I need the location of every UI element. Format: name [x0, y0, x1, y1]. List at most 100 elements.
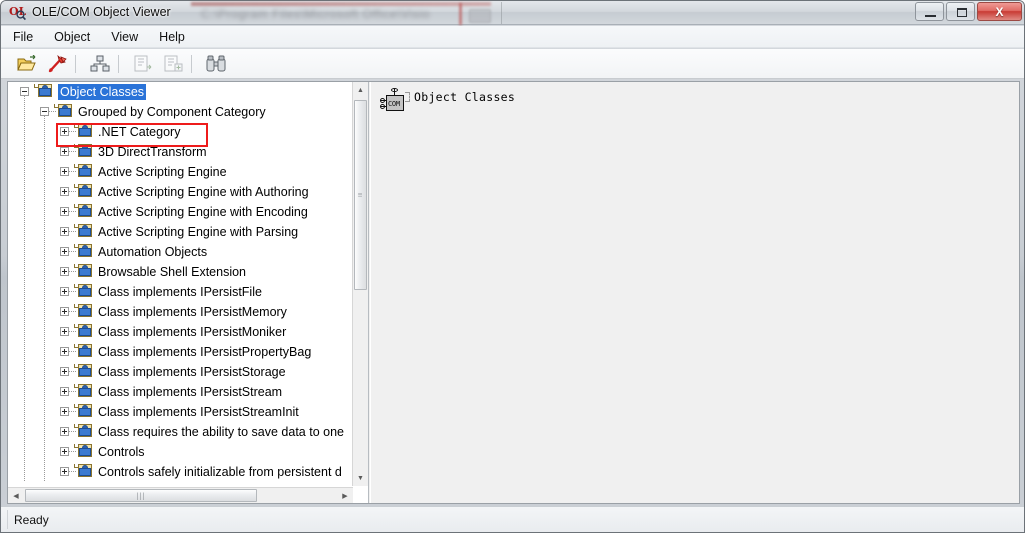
- detail-item[interactable]: Object Classes: [380, 88, 515, 112]
- tree-item[interactable]: .NET Category: [8, 122, 353, 142]
- tree-item-label: Grouped by Component Category: [78, 105, 266, 119]
- tree-expand-icon[interactable]: [60, 447, 69, 456]
- tree-item[interactable]: Active Scripting Engine: [8, 162, 353, 182]
- tree-guide-line: [69, 211, 77, 212]
- tree-expand-icon[interactable]: [60, 267, 69, 276]
- ole-com-object-viewer-window: C:\Program Files\Microsoft Office\Visio …: [0, 0, 1025, 533]
- tree-collapse-icon[interactable]: [40, 107, 49, 116]
- close-icon: X: [995, 4, 1004, 19]
- expert-mode-button[interactable]: [86, 52, 112, 76]
- tree-expand-icon[interactable]: [60, 427, 69, 436]
- maximize-button[interactable]: [946, 2, 975, 21]
- tree-item[interactable]: Class implements IPersistStreamInit: [8, 402, 353, 422]
- copy-htmltag-button[interactable]: [159, 52, 185, 76]
- tree-expand-icon[interactable]: [60, 147, 69, 156]
- tree-item[interactable]: Class implements IPersistFile: [8, 282, 353, 302]
- close-button[interactable]: X: [977, 2, 1022, 21]
- view-typelib-button[interactable]: [202, 52, 228, 76]
- menu-bar: File Object View Help: [1, 26, 1024, 48]
- detail-content: Object Classes: [374, 85, 1017, 500]
- tree-guide-line: [69, 331, 77, 332]
- tree-item[interactable]: Object Classes: [8, 82, 353, 102]
- tree-expand-icon[interactable]: [60, 167, 69, 176]
- tree-pane[interactable]: Object Classes Grouped by Component Categ…: [8, 82, 369, 503]
- menu-object[interactable]: Object: [45, 27, 99, 47]
- tree-item[interactable]: Class implements IPersistPropertyBag: [8, 342, 353, 362]
- window-title: OLE/COM Object Viewer: [32, 5, 171, 19]
- tree-expand-icon[interactable]: [60, 187, 69, 196]
- tree-guide-line: [24, 162, 25, 182]
- tree-item[interactable]: Controls safely initializable from persi…: [8, 462, 353, 482]
- scroll-down-button[interactable]: ▼: [353, 470, 368, 486]
- tree-expand-icon[interactable]: [60, 247, 69, 256]
- tree-expand-icon[interactable]: [60, 347, 69, 356]
- scroll-right-button[interactable]: ▶: [337, 488, 353, 503]
- tree-expand-icon[interactable]: [60, 227, 69, 236]
- tree-item[interactable]: Class implements IPersistStorage: [8, 362, 353, 382]
- tree-item[interactable]: Class implements IPersistMemory: [8, 302, 353, 322]
- bind-to-file-button[interactable]: [43, 52, 69, 76]
- tree-item[interactable]: Class requires the ability to save data …: [8, 422, 353, 442]
- tree-item[interactable]: Active Scripting Engine with Authoring: [8, 182, 353, 202]
- tree-item[interactable]: Controls: [8, 442, 353, 462]
- tree-guide-line: [44, 242, 45, 262]
- title-bar[interactable]: C:\Program Files\Microsoft Office\Visio …: [1, 1, 1024, 25]
- tree-item-label: Active Scripting Engine with Authoring: [98, 185, 309, 199]
- tree-expand-icon[interactable]: [60, 307, 69, 316]
- tree-expand-icon[interactable]: [60, 327, 69, 336]
- tree-guide-line: [44, 142, 45, 162]
- tree-guide-line: [69, 231, 77, 232]
- tree-item[interactable]: Active Scripting Engine with Parsing: [8, 222, 353, 242]
- tree-guide-line: [69, 411, 77, 412]
- tree-guide-line: [24, 402, 25, 422]
- tree-expand-icon[interactable]: [60, 387, 69, 396]
- tree-item[interactable]: Class implements IPersistStream: [8, 382, 353, 402]
- tree-collapse-icon[interactable]: [20, 87, 29, 96]
- copy-clsid-button[interactable]: [129, 52, 155, 76]
- ghost-window-edge: [459, 3, 462, 25]
- menu-help[interactable]: Help: [150, 27, 194, 47]
- tree-item[interactable]: Browsable Shell Extension: [8, 262, 353, 282]
- tree-item[interactable]: Automation Objects: [8, 242, 353, 262]
- vertical-scroll-thumb[interactable]: ≡: [354, 100, 367, 290]
- tree-item-label: Class implements IPersistStorage: [98, 365, 286, 379]
- tree-expand-icon[interactable]: [60, 127, 69, 136]
- tree-guide-line: [69, 391, 77, 392]
- scroll-left-button[interactable]: ◀: [8, 488, 24, 503]
- window-controls: X: [915, 2, 1022, 21]
- tree-expand-icon[interactable]: [60, 287, 69, 296]
- tree-item[interactable]: 3D DirectTransform: [8, 142, 353, 162]
- tree-expand-icon[interactable]: [60, 407, 69, 416]
- open-folder-button[interactable]: [13, 52, 39, 76]
- tree-guide-line: [44, 442, 45, 462]
- tree-guide-line: [69, 271, 77, 272]
- ghost-window-remnant: C:\Program Files\Microsoft Office\Visio: [191, 2, 491, 25]
- tree-guide-line: [24, 202, 25, 222]
- tree-vertical-scrollbar[interactable]: ▲ ≡ ▼: [352, 82, 368, 486]
- tree-guide-line: [24, 322, 25, 342]
- tree-expand-icon[interactable]: [60, 367, 69, 376]
- minimize-button[interactable]: [915, 2, 944, 21]
- tree-guide-line: [24, 302, 25, 322]
- tree-horizontal-scrollbar[interactable]: ◀ ||| ▶: [8, 487, 353, 503]
- status-bar: Ready: [1, 506, 1024, 532]
- detail-pane[interactable]: Object Classes: [370, 82, 1019, 503]
- title-bar-divider: [501, 2, 502, 24]
- minimize-icon: [925, 15, 936, 17]
- scroll-up-button[interactable]: ▲: [353, 82, 368, 98]
- toolbar-separator-1: [75, 54, 76, 73]
- tree-item-label: Class implements IPersistMemory: [98, 305, 287, 319]
- menu-file[interactable]: File: [4, 27, 42, 47]
- tree-item[interactable]: Grouped by Component Category: [8, 102, 353, 122]
- menu-view[interactable]: View: [102, 27, 147, 47]
- tree-item-label: 3D DirectTransform: [98, 145, 207, 159]
- tree-item[interactable]: Active Scripting Engine with Encoding: [8, 202, 353, 222]
- tree-guide-line: [69, 371, 77, 372]
- ghost-title-bar: [191, 2, 491, 6]
- tree-item-label: Class implements IPersistStreamInit: [98, 405, 299, 419]
- tree-view[interactable]: Object Classes Grouped by Component Categ…: [8, 82, 353, 486]
- tree-expand-icon[interactable]: [60, 207, 69, 216]
- tree-expand-icon[interactable]: [60, 467, 69, 476]
- horizontal-scroll-thumb[interactable]: |||: [25, 489, 257, 502]
- tree-item[interactable]: Class implements IPersistMoniker: [8, 322, 353, 342]
